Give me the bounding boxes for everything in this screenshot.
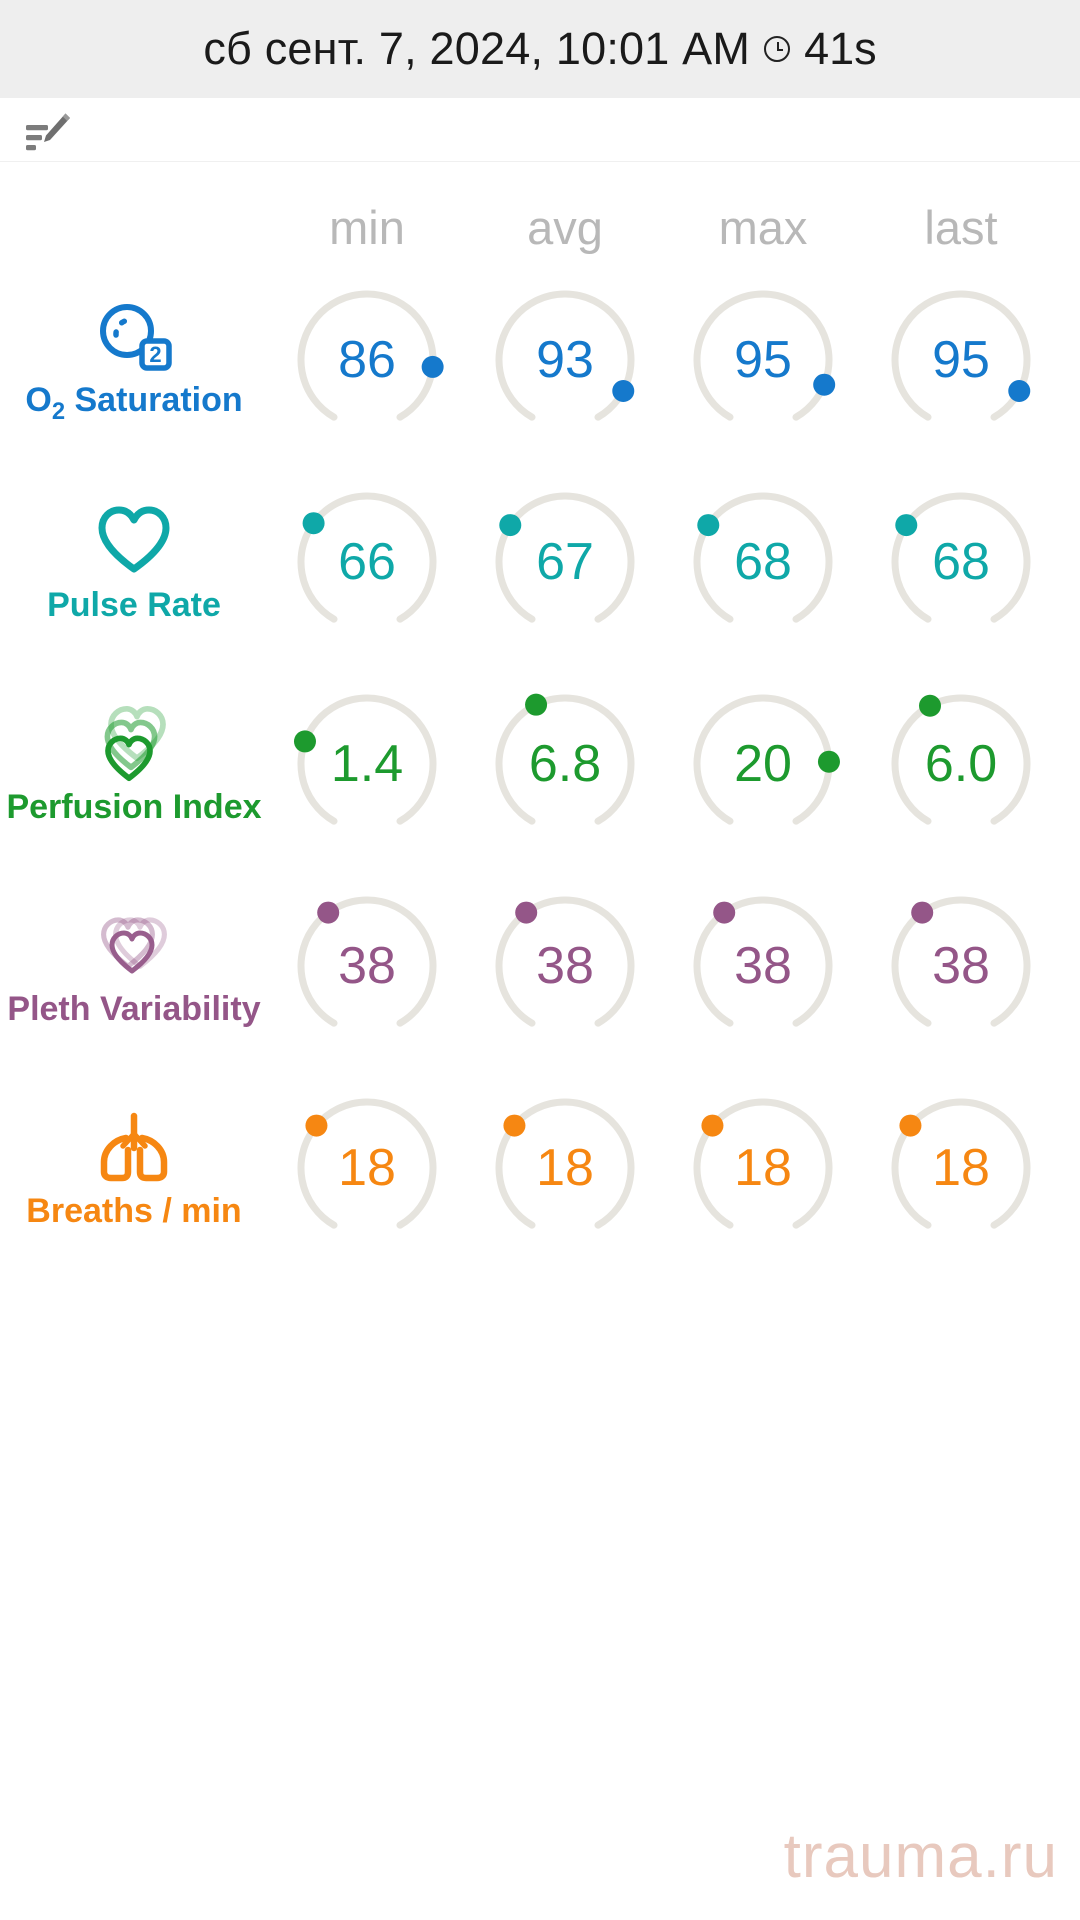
- oxygen-molecule-icon: 2: [94, 297, 174, 373]
- column-header-min: min: [329, 201, 405, 254]
- gauge-max[interactable]: 18: [664, 1070, 862, 1266]
- double-heart-outline-icon: [88, 906, 180, 982]
- metric-label: Perfusion Index: [6, 788, 262, 826]
- metric-gauges: 18 18 18 18: [268, 1070, 1060, 1266]
- gauge-last[interactable]: 68: [862, 464, 1060, 660]
- gauge-value: 38: [536, 937, 594, 995]
- gauge-max[interactable]: 38: [664, 868, 862, 1064]
- gauge-value: 18: [734, 1139, 792, 1197]
- gauge-value: 6.8: [528, 735, 602, 793]
- lungs-icon: [92, 1108, 176, 1184]
- metric-row[interactable]: 2 O2 Saturation 86 93 95 95: [0, 262, 1080, 458]
- gauge-value: 86: [338, 331, 396, 389]
- gauge-max[interactable]: 95: [664, 262, 862, 458]
- gauge-avg[interactable]: 67: [466, 464, 664, 660]
- gauge-min[interactable]: 18: [268, 1070, 466, 1266]
- metrics-list: 2 O2 Saturation 86 93 95 95 Pulse Rate 66 67 68 68…: [0, 262, 1080, 1266]
- heart-icon: [94, 502, 174, 578]
- toolbar: [0, 98, 1080, 162]
- gauge-value: 6.0: [924, 735, 998, 793]
- gauge-value: 38: [734, 937, 792, 995]
- gauge-value: 18: [932, 1139, 990, 1197]
- metric-row[interactable]: Pleth Variability 38 38 38 38: [0, 868, 1080, 1064]
- metric-row[interactable]: Breaths / min 18 18 18 18: [0, 1070, 1080, 1266]
- metric-label-cell: Perfusion Index: [0, 704, 268, 824]
- column-header-row: min avg max last: [0, 200, 1080, 256]
- gauge-max[interactable]: 68: [664, 464, 862, 660]
- gauge-value: 1.4: [330, 735, 404, 793]
- metric-gauges: 66 67 68 68: [268, 464, 1060, 660]
- gauge-value: 67: [536, 533, 594, 591]
- gauge-value: 68: [734, 533, 792, 591]
- watermark: trauma.ru: [783, 1822, 1058, 1891]
- edit-note-icon[interactable]: [22, 107, 74, 153]
- title-bar: сб сент. 7, 2024, 10:01 AM 41s: [0, 0, 1080, 98]
- gauge-min[interactable]: 38: [268, 868, 466, 1064]
- metric-gauges: 86 93 95 95: [268, 262, 1060, 458]
- gauge-last[interactable]: 18: [862, 1070, 1060, 1266]
- clock-icon: [764, 36, 791, 62]
- gauge-avg[interactable]: 18: [466, 1070, 664, 1266]
- gauge-avg[interactable]: 38: [466, 868, 664, 1064]
- metric-row[interactable]: Perfusion Index 1.4 6.8 20 6.0: [0, 666, 1080, 862]
- gauge-last[interactable]: 6.0: [862, 666, 1060, 862]
- session-duration: 41s: [804, 23, 877, 74]
- metric-label-cell: Breaths / min: [0, 1108, 268, 1228]
- gauge-value: 18: [536, 1139, 594, 1197]
- gauge-value: 38: [932, 937, 990, 995]
- metric-label-cell: Pulse Rate: [0, 502, 268, 622]
- column-header-last: last: [924, 201, 998, 254]
- gauge-min[interactable]: 86: [268, 262, 466, 458]
- gauge-avg[interactable]: 93: [466, 262, 664, 458]
- gauge-value: 38: [338, 937, 396, 995]
- metric-gauges: 1.4 6.8 20 6.0: [268, 666, 1060, 862]
- column-header-avg: avg: [527, 201, 603, 254]
- metric-label: Pulse Rate: [47, 586, 221, 624]
- svg-text:2: 2: [149, 342, 161, 367]
- gauge-value: 66: [338, 533, 396, 591]
- gauge-avg[interactable]: 6.8: [466, 666, 664, 862]
- nested-hearts-icon: [89, 704, 179, 782]
- gauge-value: 18: [338, 1139, 396, 1197]
- gauge-value: 93: [536, 331, 594, 389]
- session-datetime: сб сент. 7, 2024, 10:01 AM: [203, 23, 751, 74]
- metric-label: Breaths / min: [26, 1192, 242, 1230]
- metric-label-cell: 2 O2 Saturation: [0, 297, 268, 424]
- gauge-value: 95: [734, 331, 792, 389]
- gauge-last[interactable]: 38: [862, 868, 1060, 1064]
- gauge-value: 68: [932, 533, 990, 591]
- metric-row[interactable]: Pulse Rate 66 67 68 68: [0, 464, 1080, 660]
- metric-gauges: 38 38 38 38: [268, 868, 1060, 1064]
- metric-label: Pleth Variability: [7, 990, 261, 1028]
- gauge-value: 20: [734, 735, 792, 793]
- gauge-max[interactable]: 20: [664, 666, 862, 862]
- gauge-min[interactable]: 66: [268, 464, 466, 660]
- gauge-value: 95: [932, 331, 990, 389]
- metric-label: O2 Saturation: [25, 380, 243, 425]
- gauge-min[interactable]: 1.4: [268, 666, 466, 862]
- gauge-last[interactable]: 95: [862, 262, 1060, 458]
- metric-label-cell: Pleth Variability: [0, 906, 268, 1026]
- column-header-max: max: [718, 201, 808, 254]
